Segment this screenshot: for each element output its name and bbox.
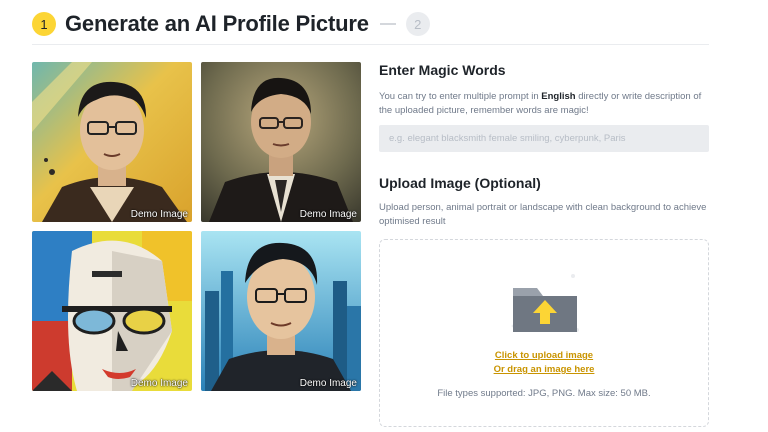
upload-folder-icon [511,274,579,332]
step-indicator-current: 1 [32,12,56,36]
step-indicator-next: 2 [405,12,430,36]
magic-words-description-text: You can try to enter multiple prompt in [379,91,542,102]
generation-form: Enter Magic Words You can try to enter m… [379,62,709,427]
demo-image-3-artwork [32,231,192,391]
demo-image-2[interactable]: Demo Image [201,62,361,222]
demo-image-2-artwork [201,62,361,222]
upload-heading: Upload Image (Optional) [379,175,541,191]
demo-image-caption: Demo Image [299,378,357,389]
demo-image-caption: Demo Image [299,209,357,220]
upload-dropzone[interactable]: Click to upload image Or drag an image h… [379,239,709,427]
click-to-upload-link[interactable]: Click to upload image [380,350,708,361]
magic-words-description-emphasis: English [541,91,576,102]
demo-image-caption: Demo Image [130,209,188,220]
header-divider [32,44,709,45]
magic-words-input[interactable] [379,125,709,152]
demo-image-4[interactable]: Demo Image [201,231,361,391]
demo-image-1[interactable]: Demo Image [32,62,192,222]
drag-image-link[interactable]: Or drag an image here [380,364,708,375]
magic-words-description: You can try to enter multiple prompt in … [379,90,709,118]
demo-image-caption: Demo Image [130,378,188,389]
upload-description: Upload person, animal portrait or landsc… [379,202,707,227]
demo-image-gallery: Demo Image Demo Image Demo Image Demo Im… [32,62,361,391]
magic-words-heading: Enter Magic Words [379,62,506,78]
step-connector [379,23,396,25]
demo-image-4-artwork [201,231,361,391]
page-title: Generate an AI Profile Picture [65,11,369,36]
demo-image-3[interactable]: Demo Image [32,231,192,391]
file-types-note: File types supported: JPG, PNG. Max size… [437,388,651,399]
page-header: 1 Generate an AI Profile Picture 2 [32,10,430,38]
demo-image-1-artwork [32,62,192,222]
